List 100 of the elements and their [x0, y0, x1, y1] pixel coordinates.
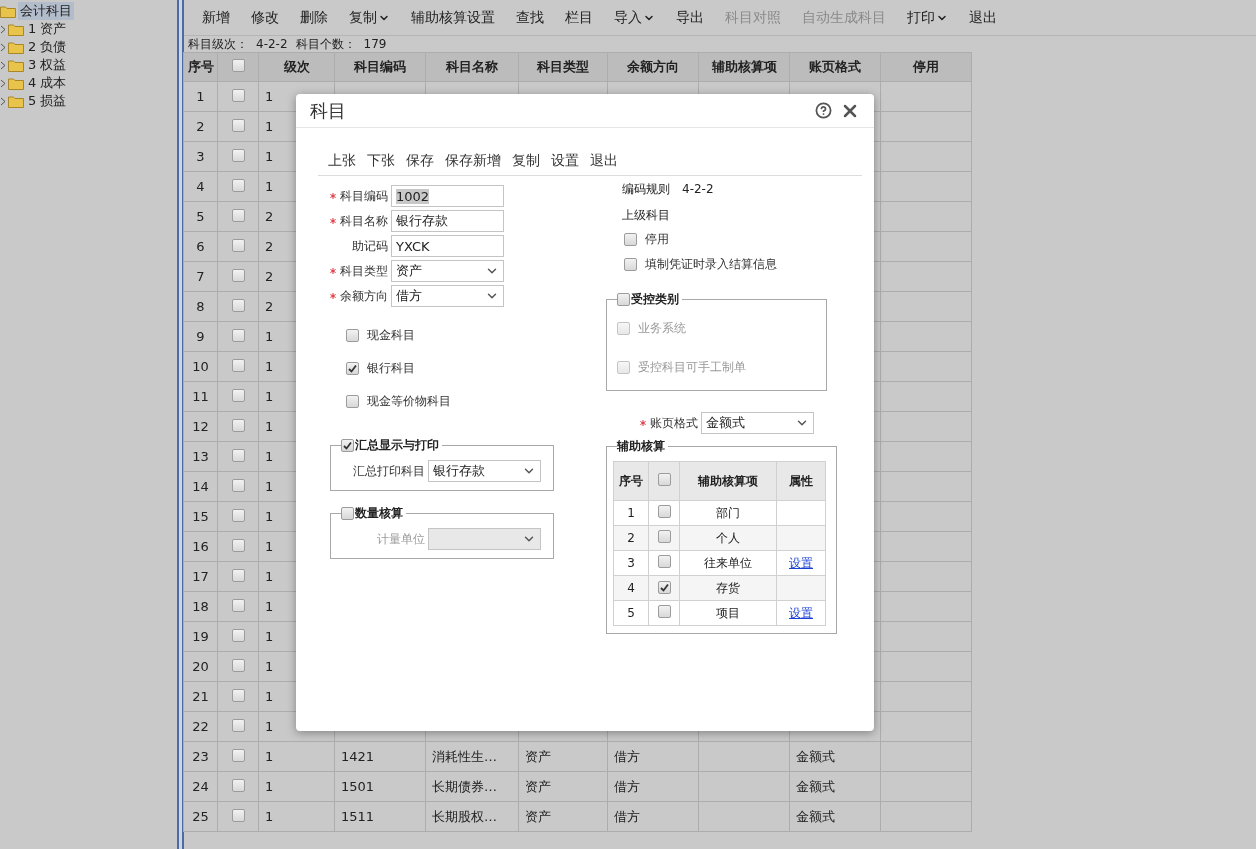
input-field[interactable]: YXCK	[391, 235, 504, 257]
column-header: 科目名称	[425, 52, 519, 82]
folder-icon	[8, 76, 24, 90]
tree-item[interactable]: 1 资产	[26, 20, 69, 38]
checkbox[interactable]	[231, 328, 245, 342]
level-value: 4-2-2	[256, 37, 288, 51]
field-label: 科目类型	[340, 262, 388, 280]
toolbar-button[interactable]: 退出	[969, 8, 997, 27]
checkbox[interactable]	[231, 778, 245, 792]
toolbar-button[interactable]: 栏目	[565, 8, 593, 27]
checkbox-label: 银行科目	[367, 360, 415, 377]
column-header: 科目类型	[518, 52, 608, 82]
checkbox[interactable]	[657, 530, 671, 543]
tree-item[interactable]: 会计科目	[18, 2, 74, 20]
table-cell: 1501	[334, 771, 426, 802]
toolbar-button[interactable]: 保存	[406, 152, 434, 170]
checkbox[interactable]	[231, 388, 245, 402]
toolbar-button[interactable]: 设置	[551, 152, 579, 170]
field-label: 余额方向	[340, 287, 388, 305]
required-icon	[640, 420, 646, 426]
folder-icon	[8, 94, 24, 108]
toolbar-button[interactable]: 查找	[516, 8, 544, 27]
help-icon[interactable]	[815, 102, 832, 119]
tree-item[interactable]: 5 损益	[26, 92, 69, 110]
select-field[interactable]: 金额式	[701, 412, 814, 434]
toolbar-button[interactable]: 下张	[367, 152, 395, 170]
checkbox[interactable]	[231, 268, 245, 282]
table-cell: 2	[613, 525, 649, 551]
checkbox[interactable]	[231, 418, 245, 432]
checkbox[interactable]	[231, 808, 245, 822]
checkbox[interactable]	[231, 658, 245, 672]
checkbox[interactable]	[624, 258, 637, 271]
tree-item[interactable]: 4 成本	[26, 74, 69, 92]
checkbox[interactable]	[346, 395, 359, 408]
field-label: 科目名称	[340, 212, 388, 230]
checkbox[interactable]	[231, 358, 245, 372]
checkbox[interactable]	[231, 298, 245, 312]
checkbox[interactable]	[231, 478, 245, 492]
checkbox[interactable]	[346, 362, 359, 375]
checkbox[interactable]	[657, 473, 671, 486]
checkbox[interactable]	[231, 88, 245, 102]
checkbox[interactable]	[231, 508, 245, 522]
table-cell: 1	[258, 741, 335, 772]
toolbar-button[interactable]: 保存新增	[445, 152, 501, 170]
toolbar-button[interactable]: 退出	[590, 152, 618, 170]
table-cell: 10	[183, 351, 218, 382]
checkbox[interactable]	[231, 238, 245, 252]
tree-item[interactable]: 2 负债	[26, 38, 69, 56]
checkbox[interactable]	[231, 538, 245, 552]
checkbox[interactable]	[657, 555, 671, 568]
toolbar-button[interactable]: 辅助核算设置	[411, 8, 495, 27]
input-field[interactable]: 1002	[391, 185, 504, 207]
toolbar-button[interactable]: 导入	[614, 8, 655, 27]
table-cell: 1	[258, 801, 335, 832]
checkbox[interactable]	[231, 718, 245, 732]
select-field[interactable]: 借方	[391, 285, 504, 307]
checkbox[interactable]	[617, 293, 630, 306]
column-header: 账页格式	[789, 52, 881, 82]
table-cell: 资产	[518, 801, 608, 832]
toolbar-button[interactable]: 修改	[251, 8, 279, 27]
checkbox[interactable]	[657, 605, 671, 618]
checkbox[interactable]	[231, 448, 245, 462]
checkbox[interactable]	[346, 329, 359, 342]
checkbox-label: 现金等价物科目	[367, 393, 451, 410]
checkbox-label: 填制凭证时录入结算信息	[645, 256, 777, 273]
tree-item[interactable]: 3 权益	[26, 56, 69, 74]
checkbox[interactable]	[657, 581, 671, 594]
toolbar-button[interactable]: 打印	[907, 8, 948, 27]
select-field[interactable]: 银行存款	[428, 460, 541, 482]
checkbox[interactable]	[231, 178, 245, 192]
folder-icon	[0, 4, 16, 18]
checkbox[interactable]	[624, 233, 637, 246]
panel-splitter[interactable]	[177, 0, 184, 849]
table-cell: 20	[183, 651, 218, 682]
toolbar-button[interactable]: 导出	[676, 8, 704, 27]
checkbox[interactable]	[231, 688, 245, 702]
checkbox-label: 受控科目可手工制单	[638, 359, 746, 376]
checkbox[interactable]	[341, 439, 354, 452]
parent-account-label: 上级科目	[622, 206, 670, 224]
checkbox[interactable]	[231, 568, 245, 582]
checkbox[interactable]	[231, 628, 245, 642]
toolbar-button[interactable]: 新增	[202, 8, 230, 27]
select-field[interactable]: 资产	[391, 260, 504, 282]
required-icon	[330, 193, 336, 199]
checkbox[interactable]	[231, 118, 245, 132]
checkbox[interactable]	[657, 505, 671, 518]
table-cell: 6	[183, 231, 218, 262]
count-label: 科目个数：	[295, 35, 356, 53]
toolbar-button[interactable]: 复制	[349, 8, 390, 27]
input-field[interactable]: 银行存款	[391, 210, 504, 232]
checkbox[interactable]	[231, 598, 245, 612]
checkbox[interactable]	[231, 748, 245, 762]
checkbox[interactable]	[231, 208, 245, 222]
folder-icon	[8, 58, 24, 72]
select-field[interactable]	[428, 528, 541, 550]
toolbar-button[interactable]: 复制	[512, 152, 540, 170]
column-header: 停用	[880, 52, 972, 82]
checkbox[interactable]	[231, 148, 245, 162]
checkbox[interactable]	[231, 59, 245, 72]
toolbar-button[interactable]: 删除	[300, 8, 328, 27]
